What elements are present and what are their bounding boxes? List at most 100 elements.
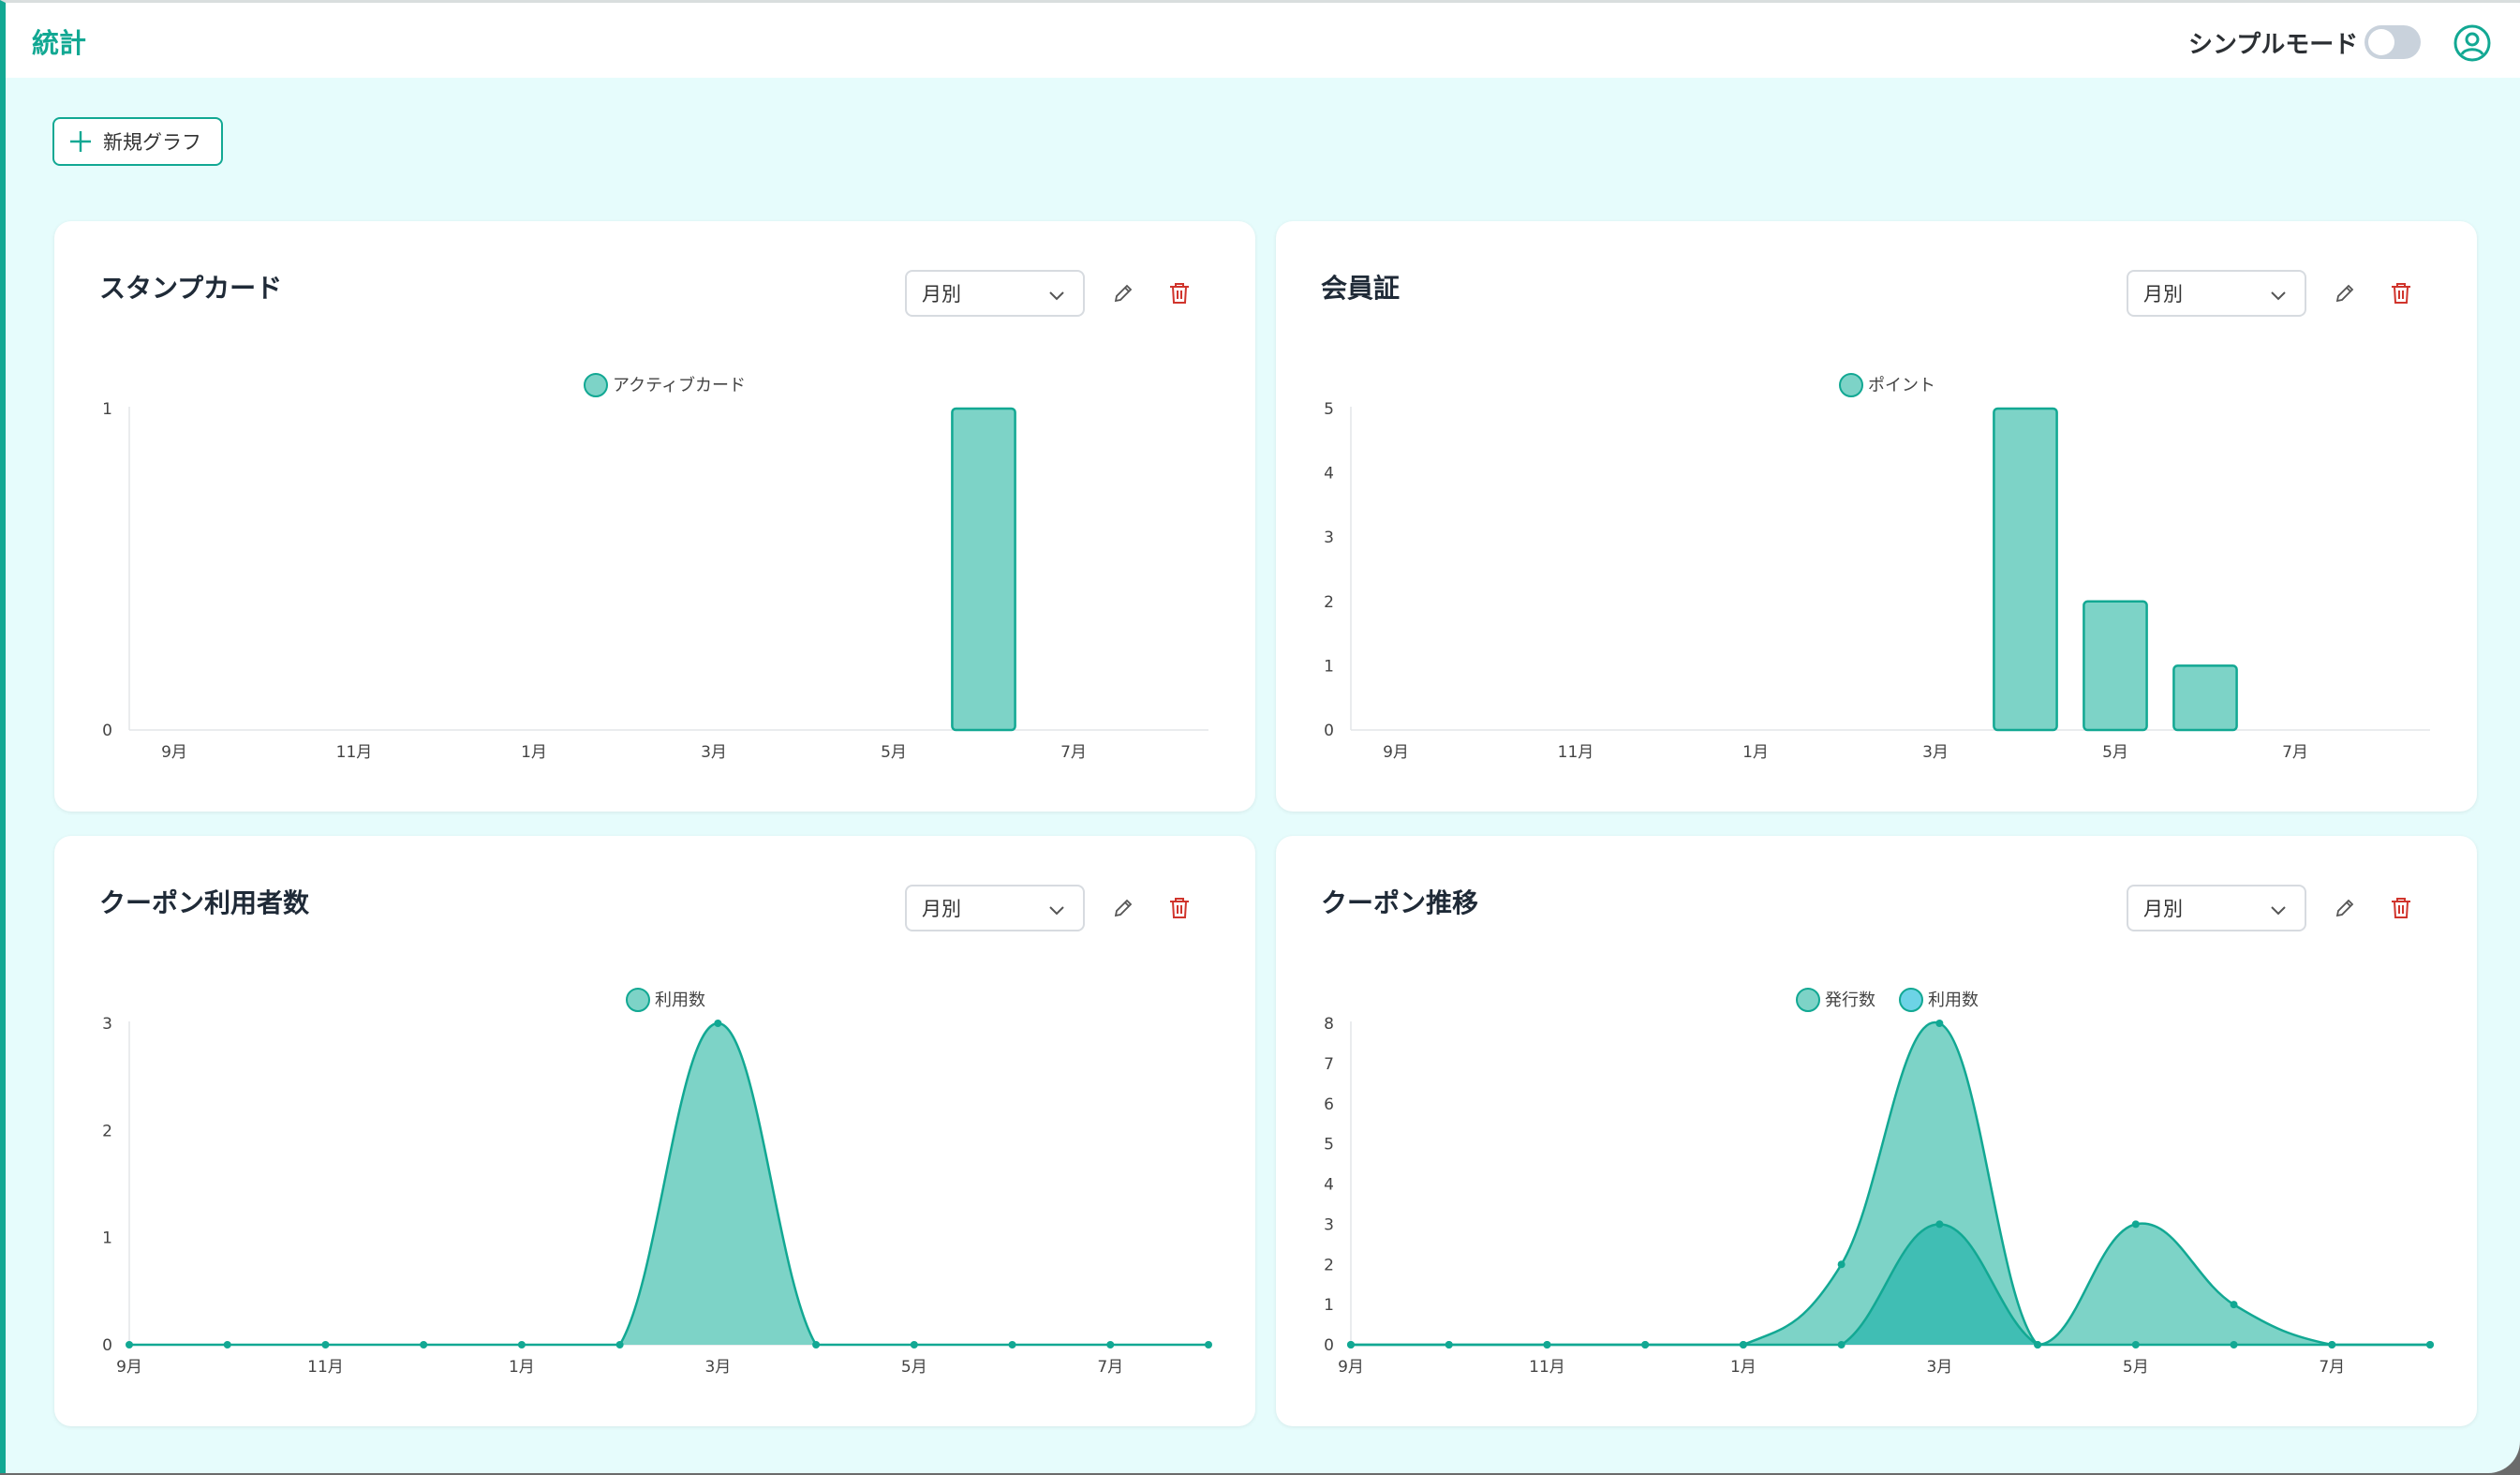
y-tick-label: 0 <box>1324 722 1334 740</box>
series-area <box>129 1023 1208 1345</box>
data-point[interactable] <box>2426 1341 2434 1348</box>
y-tick-label: 5 <box>1324 1136 1334 1155</box>
app-window: 統計 シンプルモード 新規グラフ スタンプカード 月別 0 1 9月 11月 1月 3月 5… <box>0 0 2520 1473</box>
y-tick-label: 3 <box>102 1015 112 1034</box>
y-tick-label: 1 <box>102 1229 112 1248</box>
y-tick-label: 0 <box>1324 1336 1334 1355</box>
x-tick-label: 7月 <box>1097 1358 1123 1377</box>
toggle-knob <box>2368 29 2394 55</box>
simple-mode-toggle[interactable] <box>2364 25 2421 59</box>
y-tick-label: 1 <box>1324 1296 1334 1315</box>
data-point[interactable] <box>1837 1341 1846 1348</box>
x-tick-label: 9月 <box>116 1358 142 1377</box>
y-tick-label: 5 <box>1324 400 1334 419</box>
chart-card-membership: 会員証 月別 0 1 2 3 4 5 9月 11月 1月 3月 5月 7月 ポイント <box>1276 221 2477 812</box>
x-tick-label: 1月 <box>509 1358 535 1377</box>
data-point[interactable] <box>1008 1341 1016 1348</box>
data-point[interactable] <box>2230 1341 2238 1348</box>
x-tick-label: 9月 <box>1338 1358 1364 1377</box>
user-account-icon[interactable] <box>2453 23 2492 63</box>
data-point[interactable] <box>321 1341 330 1348</box>
x-tick-label: 11月 <box>1558 743 1594 762</box>
data-point[interactable] <box>714 1020 722 1027</box>
y-tick-label: 3 <box>1324 529 1334 547</box>
data-point[interactable] <box>1106 1341 1115 1348</box>
x-tick-label: 3月 <box>1922 743 1949 762</box>
data-point[interactable] <box>2328 1341 2336 1348</box>
new-graph-button[interactable]: 新規グラフ <box>52 117 223 166</box>
y-tick-label: 4 <box>1324 1176 1334 1195</box>
chart-card-coupon-users: クーポン利用者数 月別 0 1 2 3 9月 11月 1月 3月 5月 7月 利用数 <box>54 836 1255 1426</box>
y-tick-label: 0 <box>102 722 112 740</box>
y-tick-label: 6 <box>1324 1095 1334 1114</box>
legend-label[interactable]: 利用数 <box>655 991 705 1010</box>
new-graph-label: 新規グラフ <box>103 131 201 154</box>
y-tick-label: 1 <box>1324 657 1334 676</box>
x-tick-label: 1月 <box>521 743 547 762</box>
legend-swatch[interactable] <box>626 988 650 1012</box>
top-bar: 統計 シンプルモード <box>6 3 2520 78</box>
y-tick-label: 4 <box>1324 465 1334 484</box>
bar[interactable] <box>2083 600 2148 732</box>
data-point[interactable] <box>2230 1301 2238 1309</box>
data-point[interactable] <box>1739 1341 1747 1348</box>
y-tick-label: 2 <box>1324 593 1334 612</box>
simple-mode-label: シンプルモード <box>2188 31 2359 59</box>
data-point[interactable] <box>812 1341 821 1348</box>
data-point[interactable] <box>223 1341 231 1348</box>
chart-card-stamp-card: スタンプカード 月別 0 1 9月 11月 1月 3月 5月 7月 アクティブカード <box>54 221 1255 812</box>
data-point[interactable] <box>1837 1260 1846 1269</box>
y-tick-label: 1 <box>102 400 112 419</box>
y-tick-label: 0 <box>102 1336 112 1355</box>
chart-area: 0 1 2 3 4 5 6 7 8 9月 11月 1月 3月 5月 7月 発行数 利用数 <box>1324 988 2434 1377</box>
data-point[interactable] <box>1347 1341 1355 1348</box>
y-tick-label: 2 <box>102 1122 112 1140</box>
legend-label[interactable]: ポイント <box>1868 376 1935 395</box>
bar[interactable] <box>2172 664 2238 732</box>
bar[interactable] <box>1993 407 2058 732</box>
y-tick-label: 8 <box>1324 1015 1334 1034</box>
chart-area: 0 1 9月 11月 1月 3月 5月 7月 アクティブカード <box>102 373 1208 762</box>
x-tick-label: 3月 <box>704 1358 731 1377</box>
x-tick-label: 1月 <box>1742 743 1769 762</box>
x-tick-label: 9月 <box>161 743 187 762</box>
x-tick-label: 7月 <box>1060 743 1087 762</box>
y-tick-label: 2 <box>1324 1256 1334 1274</box>
y-tick-label: 7 <box>1324 1055 1334 1074</box>
x-tick-label: 1月 <box>1730 1358 1757 1377</box>
data-point[interactable] <box>2131 1220 2140 1229</box>
bar[interactable] <box>951 407 1016 732</box>
x-tick-label: 7月 <box>2319 1358 2345 1377</box>
y-tick-label: 3 <box>1324 1215 1334 1234</box>
legend-label[interactable]: 利用数 <box>1928 991 1979 1010</box>
data-point[interactable] <box>126 1341 133 1348</box>
legend-label[interactable]: アクティブカード <box>613 375 746 395</box>
x-tick-label: 3月 <box>1926 1358 1952 1377</box>
x-tick-label: 7月 <box>2282 743 2308 762</box>
plus-icon <box>70 131 91 152</box>
data-point[interactable] <box>1543 1341 1551 1348</box>
data-point[interactable] <box>1641 1341 1650 1348</box>
x-tick-label: 11月 <box>307 1358 344 1377</box>
data-point[interactable] <box>1205 1341 1212 1348</box>
x-tick-label: 11月 <box>336 743 373 762</box>
legend-swatch[interactable] <box>584 373 608 397</box>
data-point[interactable] <box>1935 1020 1944 1027</box>
x-tick-label: 5月 <box>881 743 907 762</box>
chart-area: 0 1 2 3 4 5 9月 11月 1月 3月 5月 7月 ポイント <box>1324 373 2430 762</box>
data-point[interactable] <box>420 1341 428 1348</box>
data-point[interactable] <box>1935 1220 1944 1229</box>
chart-card-coupon-trend: クーポン推移 月別 0 1 2 3 4 5 6 7 8 9月 11月 1月 3月 5月 7月 発行数 利用数 <box>1276 836 2477 1426</box>
legend-swatch[interactable] <box>1839 373 1863 397</box>
data-point[interactable] <box>1445 1341 1453 1348</box>
data-point[interactable] <box>2131 1341 2140 1348</box>
data-point[interactable] <box>615 1341 624 1348</box>
data-point[interactable] <box>517 1341 526 1348</box>
legend-swatch[interactable] <box>1796 988 1820 1012</box>
legend-label[interactable]: 発行数 <box>1825 991 1875 1010</box>
data-point[interactable] <box>910 1341 918 1348</box>
data-point[interactable] <box>2034 1341 2042 1348</box>
x-tick-label: 11月 <box>1529 1358 1565 1377</box>
chart-area: 0 1 2 3 9月 11月 1月 3月 5月 7月 利用数 <box>102 988 1212 1377</box>
legend-swatch[interactable] <box>1899 988 1923 1012</box>
